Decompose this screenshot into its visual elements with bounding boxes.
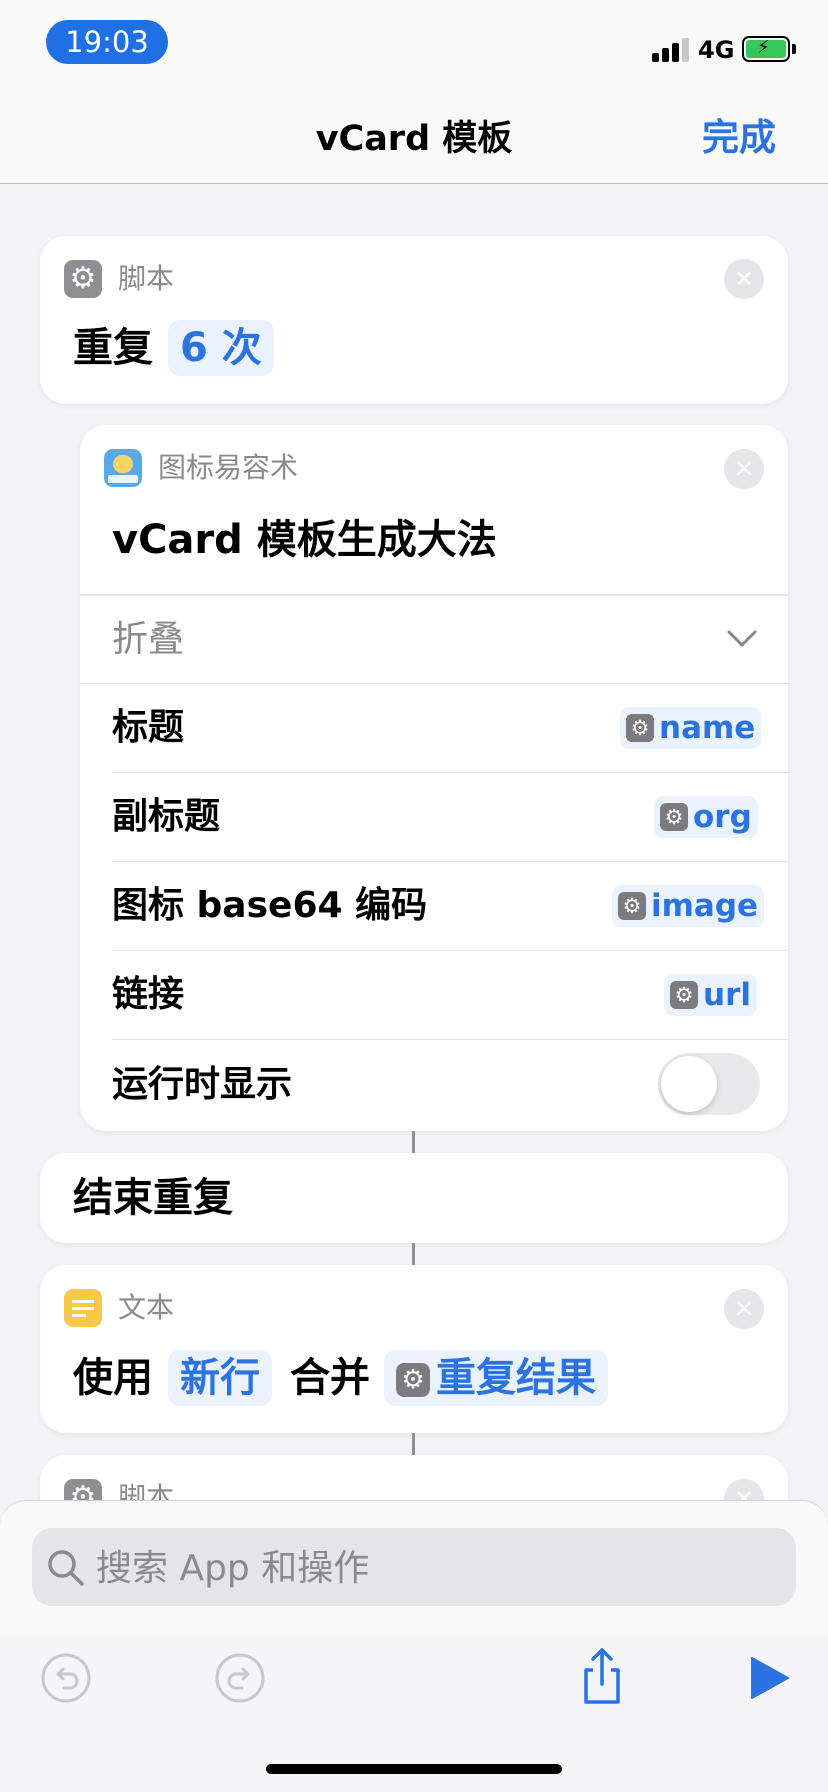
battery-icon: ⚡ [742, 36, 790, 62]
share-icon[interactable] [576, 1646, 628, 1706]
battery-tip [792, 44, 796, 54]
action-text: 重复 [73, 325, 153, 371]
play-icon[interactable] [748, 1654, 792, 1702]
close-icon[interactable]: ✕ [724, 449, 764, 489]
search-placeholder: 搜索 App 和操作 [96, 1548, 370, 1589]
network-type: 4G [698, 36, 735, 64]
gear-icon: ⚙ [396, 1363, 430, 1397]
action-title: vCard 模板生成大法 [112, 517, 497, 563]
variable-token-name[interactable]: ⚙ name [620, 707, 762, 749]
search-icon [46, 1548, 86, 1588]
gear-icon: ⚙ [618, 891, 646, 920]
collapse-label[interactable]: 折叠 [112, 618, 184, 662]
undo-icon[interactable] [40, 1652, 92, 1704]
close-icon[interactable]: ✕ [724, 259, 764, 299]
variable-token-image[interactable]: ⚙ image [612, 885, 765, 927]
gear-icon: ⚙ [670, 980, 698, 1009]
action-text: 使用 [73, 1355, 153, 1401]
action-text: 合并 [290, 1355, 370, 1401]
gear-icon: ⚙ [626, 713, 654, 742]
close-icon[interactable]: ✕ [724, 1289, 764, 1329]
flow-connector [412, 1131, 415, 1153]
action-text: 结束重复 [73, 1175, 233, 1221]
variable-token-org[interactable]: ⚙ org [654, 796, 758, 838]
param-label: 副标题 [112, 796, 221, 837]
repeat-results-token[interactable]: ⚙ 重复结果 [384, 1350, 608, 1406]
signal-icon [652, 38, 690, 62]
action-category: 脚本 [118, 262, 175, 295]
action-category: 图标易容术 [158, 451, 299, 484]
param-label: 图标 base64 编码 [112, 885, 428, 926]
flow-connector [412, 1243, 415, 1265]
param-label: 运行时显示 [112, 1064, 293, 1105]
status-time: 19:03 [46, 20, 168, 64]
param-label: 链接 [112, 974, 185, 1015]
chevron-down-icon[interactable] [726, 622, 758, 654]
show-when-run-toggle[interactable] [658, 1053, 760, 1115]
variable-token-url[interactable]: ⚙ url [664, 974, 757, 1016]
divider [80, 594, 788, 596]
gear-icon: ⚙ [660, 802, 688, 831]
separator-token[interactable]: 新行 [168, 1350, 272, 1406]
param-label: 标题 [112, 707, 185, 748]
action-category: 文本 [118, 1291, 175, 1324]
redo-icon[interactable] [214, 1652, 266, 1704]
flow-connector [412, 1433, 415, 1455]
home-indicator [266, 1764, 562, 1774]
app-icon [104, 449, 142, 487]
repeat-count-token[interactable]: 6 次 [168, 320, 274, 376]
text-icon [64, 1289, 102, 1327]
gear-icon: ⚙ [64, 260, 102, 298]
done-button[interactable]: 完成 [702, 116, 776, 160]
